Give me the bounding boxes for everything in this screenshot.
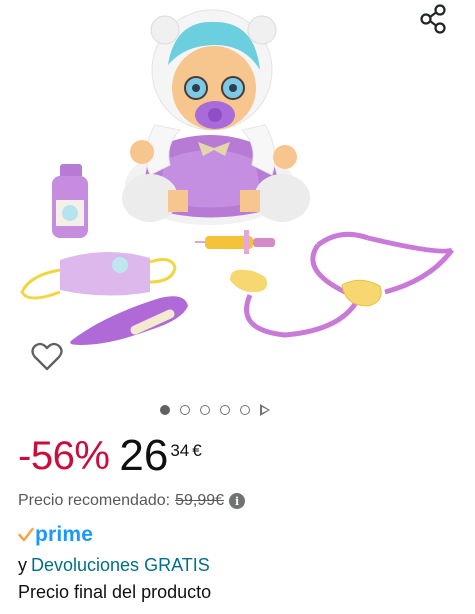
image-carousel-indicator	[160, 400, 270, 420]
rrp-value: 59,99€	[175, 492, 225, 509]
carousel-dot-1[interactable]	[160, 405, 170, 415]
carousel-dot-4[interactable]	[220, 405, 230, 415]
final-price-label: Precio final del producto	[18, 582, 212, 602]
free-returns-link[interactable]: Devoluciones GRATIS	[31, 555, 210, 575]
info-icon[interactable]: i	[229, 493, 246, 509]
discount-percent: -56%	[18, 434, 110, 478]
play-icon[interactable]	[260, 404, 270, 416]
price-fraction: 34	[170, 441, 190, 460]
product-image[interactable]	[0, 0, 475, 390]
carousel-dot-2[interactable]	[180, 405, 190, 415]
prime-label: prime	[35, 523, 94, 546]
check-icon	[18, 527, 34, 542]
rrp-label: Precio recomendado:	[18, 492, 171, 509]
doll-kit-illustration	[20, 9, 455, 345]
price-whole: 26	[119, 431, 169, 480]
carousel-dot-3[interactable]	[200, 405, 210, 415]
price-currency: €	[192, 441, 202, 460]
heart-outline-icon[interactable]	[28, 338, 66, 376]
carousel-dot-5[interactable]	[240, 405, 250, 415]
share-icon[interactable]	[416, 2, 452, 38]
returns-line: y Devoluciones GRATIS	[18, 555, 210, 576]
recommended-price: Precio recomendado: 59,99€ i	[18, 492, 246, 510]
price-block: -56% 26 34 €	[18, 428, 202, 484]
returns-prefix: y	[18, 555, 27, 575]
prime-badge: prime	[18, 523, 93, 547]
